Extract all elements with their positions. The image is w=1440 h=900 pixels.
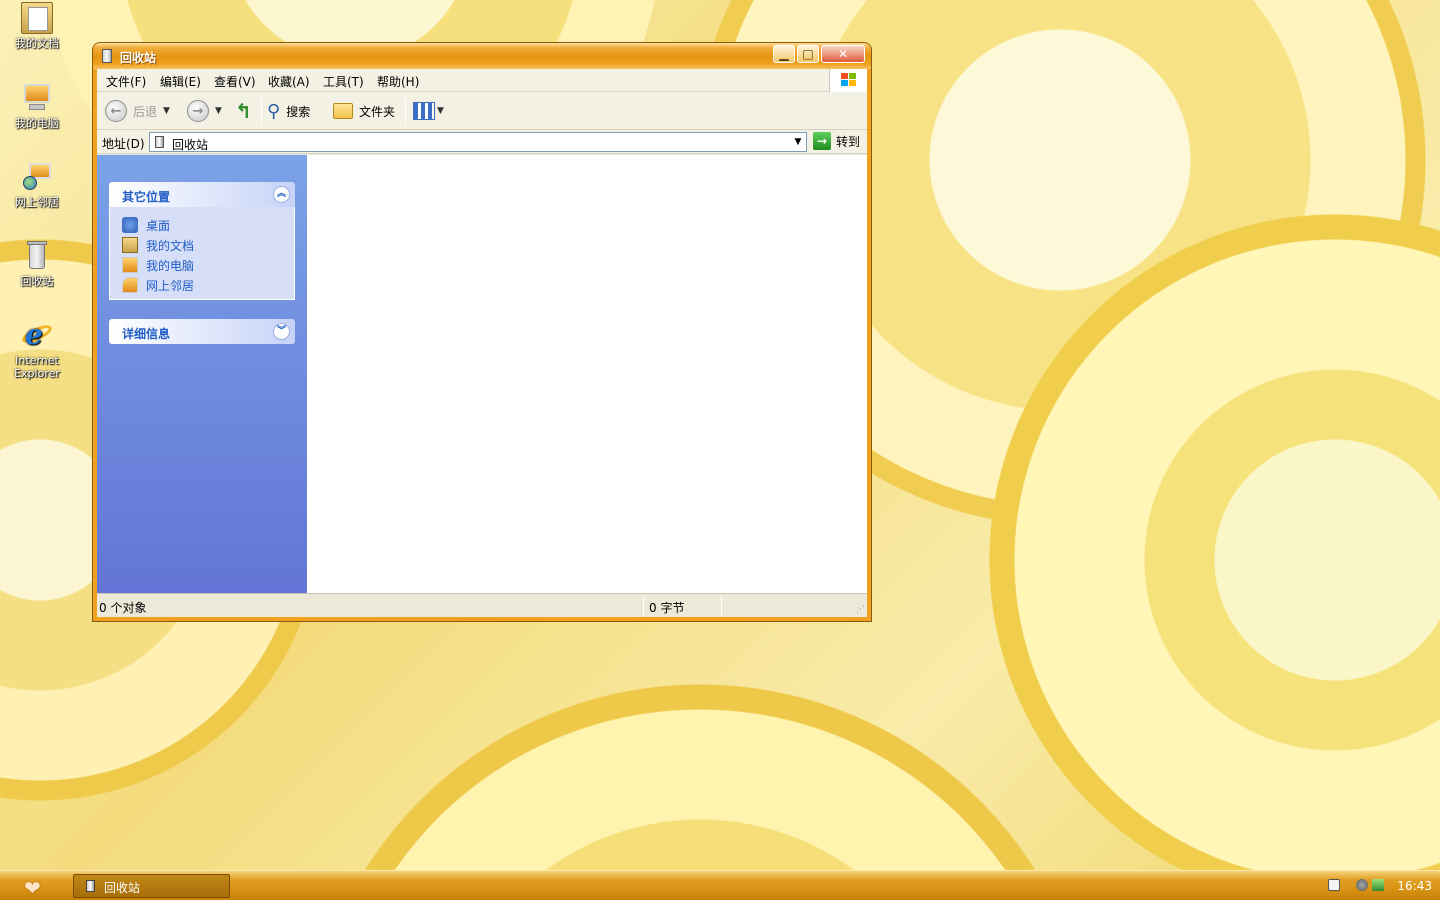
taskbar-button-label: 回收站 — [104, 881, 141, 895]
my-documents-icon — [21, 2, 53, 34]
desktop-icon-network-places[interactable]: 网上邻居 — [6, 161, 68, 209]
desktop-icon-label: 回收站 — [20, 275, 54, 288]
place-link-network-places[interactable]: 网上邻居 — [122, 275, 294, 295]
content-area: 其它位置 ︽ 桌面 我的文档 我的电脑 网上邻居 详细信息 ︾ — [97, 155, 867, 593]
maximize-button[interactable]: □ — [797, 45, 819, 63]
clock[interactable]: 16:43 — [1397, 879, 1432, 893]
other-places-body: 桌面 我的文档 我的电脑 网上邻居 — [109, 207, 295, 300]
chevron-down-icon: ▼ — [215, 106, 222, 116]
taskbar-button-recycle-bin[interactable]: 回收站 — [73, 874, 230, 898]
address-input[interactable]: 回收站 ▼ — [149, 132, 807, 152]
menu-edit[interactable]: 编辑(E) — [160, 73, 201, 90]
network-places-icon — [21, 161, 53, 193]
menu-bar: 文件(F) 编辑(E) 查看(V) 收藏(A) 工具(T) 帮助(H) — [97, 69, 867, 92]
menu-help[interactable]: 帮助(H) — [377, 73, 419, 90]
other-places-title: 其它位置 — [122, 190, 171, 204]
status-object-count: 0 个对象 — [99, 601, 147, 615]
address-value: 回收站 — [172, 138, 209, 152]
details-panel: 详细信息 ︾ — [109, 319, 295, 344]
forward-button[interactable]: → ▼ — [187, 99, 222, 123]
other-places-panel: 其它位置 ︽ 桌面 我的文档 我的电脑 网上邻居 — [109, 182, 295, 300]
menu-favorites[interactable]: 收藏(A) — [268, 73, 310, 90]
collapse-icon[interactable]: ︽ — [273, 186, 290, 203]
recycle-bin-window: 回收站 ▁ □ ✕ 文件(F) 编辑(E) 查看(V) 收藏(A) 工具(T) … — [92, 42, 872, 622]
details-title: 详细信息 — [122, 327, 171, 341]
desktop-icon-my-computer[interactable]: 我的电脑 — [6, 82, 68, 130]
desktop-icon-label: 我的电脑 — [15, 117, 59, 130]
toolbar: ← 后退 ▼ → ▼ ↰ ⚲ 搜索 文件夹 ▼ — [97, 92, 867, 130]
my-computer-icon — [21, 82, 53, 114]
file-list-area[interactable] — [307, 155, 867, 593]
status-size: 0 字节 — [649, 601, 685, 615]
recycle-bin-icon — [102, 49, 112, 63]
address-dropdown-button[interactable]: ▼ — [790, 133, 806, 151]
system-tray: 16:43 — [1320, 871, 1440, 900]
recycle-bin-icon — [155, 136, 164, 148]
details-header[interactable]: 详细信息 ︾ — [109, 319, 295, 344]
my-documents-icon — [122, 237, 138, 253]
folders-label: 文件夹 — [359, 104, 396, 119]
place-link-my-computer[interactable]: 我的电脑 — [122, 255, 294, 275]
my-computer-icon — [122, 257, 138, 273]
desktop-icon-label: 我的文档 — [15, 37, 59, 50]
desktop-icon-label: 网上邻居 — [15, 196, 59, 209]
menu-tools[interactable]: 工具(T) — [323, 73, 364, 90]
windows-flag-icon — [841, 73, 857, 87]
start-heart-icon: ❤ — [24, 876, 41, 900]
recycle-bin-icon — [21, 240, 53, 272]
start-button[interactable]: ❤ — [8, 873, 64, 899]
network-places-icon — [122, 277, 138, 293]
views-icon — [413, 102, 435, 120]
back-label: 后退 — [133, 104, 158, 119]
speaker-icon[interactable] — [1356, 879, 1368, 891]
search-label: 搜索 — [286, 104, 311, 119]
desktop-icon-my-documents[interactable]: 我的文档 — [6, 2, 68, 50]
views-button[interactable]: ▼ — [413, 99, 444, 123]
address-label: 地址(D) — [102, 137, 145, 151]
back-arrow-icon: ← — [105, 100, 127, 122]
window-body: 文件(F) 编辑(E) 查看(V) 收藏(A) 工具(T) 帮助(H) ← 后退… — [97, 69, 867, 617]
resize-grip-icon[interactable]: ⋰ — [856, 605, 865, 615]
up-folder-button[interactable]: ↰ — [235, 99, 252, 123]
place-link-desktop[interactable]: 桌面 — [122, 215, 294, 235]
place-link-label: 我的文档 — [146, 238, 195, 253]
folder-icon — [333, 103, 353, 119]
internet-explorer-icon: e — [19, 319, 55, 351]
menu-view[interactable]: 查看(V) — [214, 73, 256, 90]
forward-arrow-icon: → — [187, 100, 209, 122]
status-bar: 0 个对象 0 字节 ⋰ — [97, 593, 867, 617]
place-link-label: 桌面 — [146, 218, 171, 233]
menu-file[interactable]: 文件(F) — [106, 73, 146, 90]
address-bar: 地址(D) 回收站 ▼ → 转到 — [97, 130, 867, 154]
other-places-header[interactable]: 其它位置 ︽ — [109, 182, 295, 207]
taskbar: ❤ 回收站 16:43 — [0, 870, 1440, 900]
desktop-icon-label: Internet Explorer — [14, 354, 60, 380]
chevron-down-icon: ▼ — [163, 106, 170, 116]
back-button[interactable]: ← 后退 ▼ — [105, 99, 170, 123]
go-arrow-icon: → — [813, 132, 831, 150]
windows-logo — [829, 69, 867, 92]
keyboard-icon[interactable] — [1328, 879, 1340, 891]
network-status-icon[interactable] — [1372, 879, 1384, 891]
window-titlebar[interactable]: 回收站 ▁ □ ✕ — [93, 43, 871, 69]
recycle-bin-icon — [86, 880, 95, 892]
place-link-label: 我的电脑 — [146, 258, 195, 273]
desktop-icon — [122, 217, 138, 233]
folders-button[interactable]: 文件夹 — [333, 99, 395, 123]
chevron-down-icon: ▼ — [437, 106, 444, 116]
window-title: 回收站 — [120, 51, 157, 65]
up-arrow-icon: ↰ — [235, 99, 252, 123]
task-pane: 其它位置 ︽ 桌面 我的文档 我的电脑 网上邻居 详细信息 ︾ — [97, 155, 307, 593]
expand-icon[interactable]: ︾ — [273, 323, 290, 340]
close-button[interactable]: ✕ — [821, 45, 865, 63]
go-button[interactable]: → 转到 — [813, 132, 860, 150]
go-label: 转到 — [836, 134, 861, 149]
place-link-my-documents[interactable]: 我的文档 — [122, 235, 294, 255]
place-link-label: 网上邻居 — [146, 278, 195, 293]
minimize-button[interactable]: ▁ — [773, 45, 795, 63]
search-icon: ⚲ — [267, 100, 281, 122]
desktop-icon-recycle-bin[interactable]: 回收站 — [6, 240, 68, 288]
search-button[interactable]: ⚲ 搜索 — [267, 99, 310, 123]
desktop-icon-internet-explorer[interactable]: e Internet Explorer — [6, 319, 68, 381]
